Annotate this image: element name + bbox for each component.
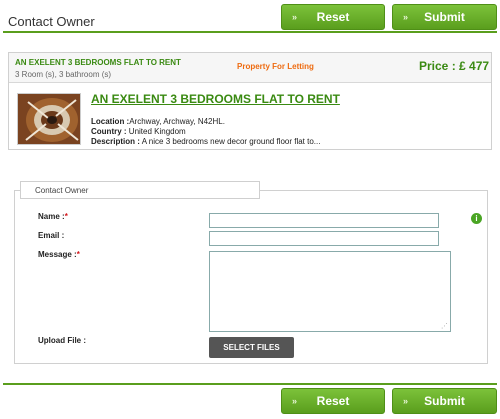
info-icon[interactable]: i bbox=[471, 213, 482, 224]
required-mark: * bbox=[76, 250, 80, 259]
email-field[interactable] bbox=[209, 231, 439, 246]
listing-rooms: 3 Room (s), 3 bathroom (s) bbox=[15, 70, 112, 79]
listing-type: Property For Letting bbox=[237, 62, 314, 71]
name-field[interactable] bbox=[209, 213, 439, 228]
submit-button-top[interactable]: » Submit bbox=[392, 4, 497, 30]
name-label-text: Name : bbox=[38, 212, 65, 221]
listing-name: AN EXELENT 3 BEDROOMS FLAT TO RENT bbox=[15, 58, 181, 67]
double-arrow-right-icon: » bbox=[403, 396, 409, 406]
reset-button-top[interactable]: » Reset bbox=[281, 4, 385, 30]
footer-divider bbox=[3, 383, 497, 385]
country-label: Country : bbox=[91, 127, 127, 136]
form-legend: Contact Owner bbox=[20, 181, 260, 199]
required-mark: * bbox=[64, 212, 68, 221]
reset-button-bottom[interactable]: » Reset bbox=[281, 388, 385, 414]
property-listing-card: AN EXELENT 3 BEDROOMS FLAT TO RENT 3 Roo… bbox=[8, 52, 492, 150]
listing-description: Description : A nice 3 bedrooms new deco… bbox=[91, 137, 320, 146]
submit-button-label: Submit bbox=[424, 10, 465, 24]
listing-country: Country : United Kingdom bbox=[91, 127, 186, 136]
property-thumbnail[interactable] bbox=[17, 93, 81, 145]
message-textarea[interactable]: ⋰ bbox=[209, 251, 451, 332]
double-arrow-right-icon: » bbox=[292, 12, 298, 22]
double-arrow-right-icon: » bbox=[403, 12, 409, 22]
page-title: Contact Owner bbox=[8, 14, 95, 29]
reset-button-label: Reset bbox=[316, 10, 350, 24]
country-value: United Kingdom bbox=[126, 127, 186, 136]
submit-button-label: Submit bbox=[424, 394, 465, 408]
description-label: Description : bbox=[91, 137, 140, 146]
name-label: Name :* bbox=[38, 212, 68, 221]
listing-summary-bar: AN EXELENT 3 BEDROOMS FLAT TO RENT 3 Roo… bbox=[9, 53, 491, 83]
location-value: Archway, Archway, N42HL. bbox=[129, 117, 225, 126]
resize-grip-icon[interactable]: ⋰ bbox=[441, 322, 448, 330]
select-files-button[interactable]: SELECT FILES bbox=[209, 337, 294, 358]
reset-button-label: Reset bbox=[316, 394, 350, 408]
description-value: A nice 3 bedrooms new decor ground floor… bbox=[139, 137, 321, 146]
message-label: Message :* bbox=[38, 250, 80, 259]
staircase-image bbox=[18, 94, 80, 144]
double-arrow-right-icon: » bbox=[292, 396, 298, 406]
upload-label: Upload File : bbox=[38, 336, 86, 345]
email-label: Email : bbox=[38, 231, 65, 240]
submit-button-bottom[interactable]: » Submit bbox=[392, 388, 497, 414]
message-label-text: Message : bbox=[38, 250, 77, 259]
listing-heading-link[interactable]: AN EXELENT 3 BEDROOMS FLAT TO RENT bbox=[91, 92, 340, 106]
location-label: Location : bbox=[91, 117, 130, 126]
listing-location: Location :Archway, Archway, N42HL. bbox=[91, 117, 225, 126]
listing-price: Price : £ 477 bbox=[419, 59, 490, 73]
header-divider bbox=[3, 31, 497, 33]
